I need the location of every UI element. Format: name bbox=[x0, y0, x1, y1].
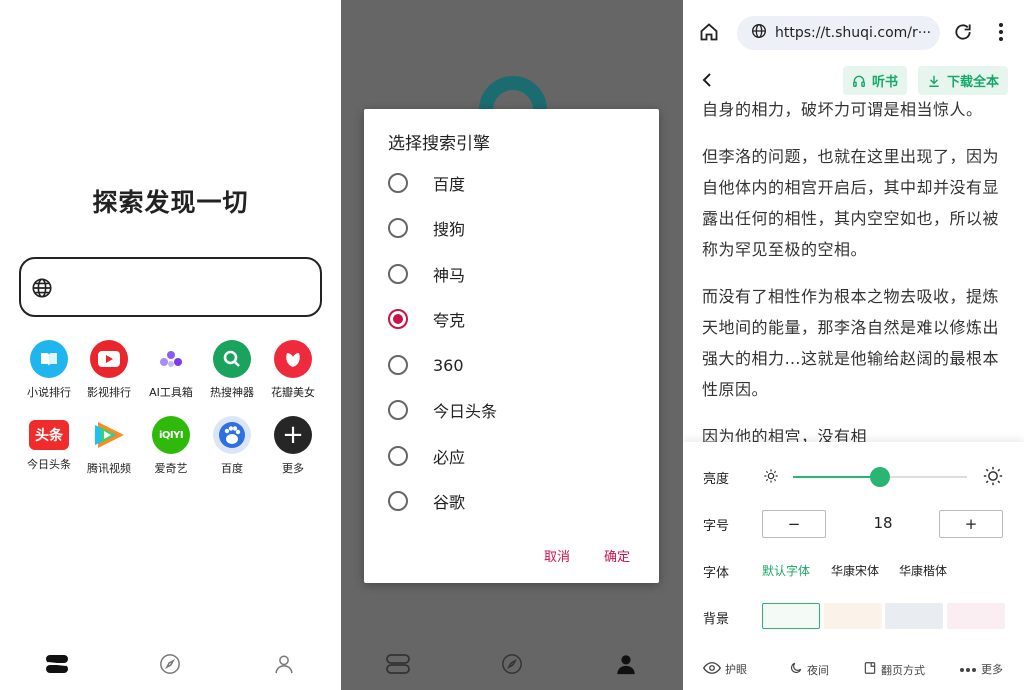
dialog-title: 选择搜索引擎 bbox=[388, 134, 490, 154]
play-icon bbox=[90, 340, 128, 378]
engine-option[interactable]: 必应 bbox=[388, 441, 465, 471]
font-label: 字体 bbox=[703, 566, 730, 581]
engine-option[interactable]: 神马 bbox=[388, 259, 465, 289]
reader-content: 自身的相力，破坏力可谓是相当惊人。 但李洛的问题，也就在这里出现了，因为自他体内… bbox=[702, 94, 1012, 468]
more-menu-icon[interactable] bbox=[998, 22, 1004, 46]
fontsize-label: 字号 bbox=[703, 519, 730, 534]
reader-bottom-bar: 护眼 夜间 翻页方式 更多 bbox=[683, 655, 1024, 690]
profile-icon[interactable] bbox=[270, 650, 298, 678]
reader-header: 听书 下载全本 bbox=[683, 64, 1024, 98]
night-mode-button[interactable]: 夜间 bbox=[789, 661, 829, 678]
fontsize-decrease-button[interactable]: − bbox=[762, 510, 826, 538]
home-screen: 探索发现一切 小说排行 影视排行 AI工具箱 热搜神器 花瓣美女 头条 今日头条… bbox=[0, 0, 341, 690]
refresh-icon[interactable] bbox=[953, 22, 973, 46]
shortcut-petal[interactable]: 花瓣美女 bbox=[262, 340, 324, 400]
shortcut-iqiyi[interactable]: iQIYI 爱奇艺 bbox=[140, 416, 202, 476]
engine-option[interactable]: 百度 bbox=[388, 168, 465, 198]
search-engine-dialog: 选择搜索引擎 百度 搜狗 神马 夸克 360 今日头条 必应 谷歌 取消 确定 bbox=[364, 109, 659, 583]
url-text: https://t.shuqi.com/r··· bbox=[775, 25, 932, 41]
sun-small-icon bbox=[763, 468, 779, 488]
engine-option[interactable]: 今日头条 bbox=[388, 395, 497, 425]
page-turn-icon bbox=[863, 661, 877, 678]
paragraph: 自身的相力，破坏力可谓是相当惊人。 bbox=[702, 100, 983, 119]
petal-icon bbox=[274, 340, 312, 378]
headphones-icon bbox=[852, 74, 866, 88]
shortcut-ai-tools[interactable]: AI工具箱 bbox=[140, 340, 202, 400]
radio-button-selected[interactable] bbox=[388, 309, 408, 329]
plus-icon: + bbox=[274, 416, 312, 454]
download-all-button[interactable]: 下载全本 bbox=[918, 66, 1009, 95]
url-bar[interactable]: https://t.shuqi.com/r··· bbox=[737, 16, 940, 50]
search-input[interactable] bbox=[19, 257, 322, 317]
shortcut-hot-search[interactable]: 热搜神器 bbox=[201, 340, 263, 400]
iqiyi-icon: iQIYI bbox=[152, 416, 190, 454]
fontsize-value: 18 bbox=[873, 514, 893, 532]
font-option[interactable]: 华康楷体 bbox=[899, 562, 947, 579]
radio-button[interactable] bbox=[388, 355, 408, 375]
radio-button[interactable] bbox=[388, 491, 408, 511]
tencent-video-icon bbox=[90, 416, 128, 454]
download-icon bbox=[927, 74, 941, 88]
baidu-icon bbox=[213, 416, 251, 454]
ai-icon bbox=[152, 340, 190, 378]
background-label: 背景 bbox=[703, 612, 730, 627]
background-swatch-selected[interactable] bbox=[762, 603, 820, 629]
engine-option[interactable]: 搜狗 bbox=[388, 213, 465, 243]
background-swatch[interactable] bbox=[824, 603, 882, 629]
page-title: 探索发现一切 bbox=[92, 188, 249, 217]
globe-icon bbox=[751, 23, 767, 43]
shortcut-baidu[interactable]: 百度 bbox=[201, 416, 263, 476]
engine-option-selected[interactable]: 夸克 bbox=[388, 304, 465, 334]
radio-button[interactable] bbox=[388, 173, 408, 193]
fontsize-increase-button[interactable]: + bbox=[939, 510, 1003, 538]
radio-button[interactable] bbox=[388, 264, 408, 284]
bottom-nav bbox=[341, 638, 683, 690]
shortcut-more[interactable]: + 更多 bbox=[262, 416, 324, 476]
paragraph: 但李洛的问题，也就在这里出现了，因为自他体内的相宫开启后，其中却并没有显露出任何… bbox=[702, 147, 1000, 259]
background-swatch[interactable] bbox=[947, 603, 1005, 629]
sun-large-icon bbox=[983, 466, 1003, 490]
compass-icon[interactable] bbox=[156, 650, 184, 678]
radio-button[interactable] bbox=[388, 218, 408, 238]
font-option-selected[interactable]: 默认字体 bbox=[762, 562, 810, 579]
engine-option[interactable]: 谷歌 bbox=[388, 486, 465, 516]
slider-knob[interactable] bbox=[870, 467, 890, 487]
paragraph: 而没有了相性作为根本之物去吸收，提炼天地间的能量，那李洛自然是难以修炼出强大的相… bbox=[702, 287, 1000, 399]
shortcut-toutiao[interactable]: 头条 今日头条 bbox=[18, 416, 80, 472]
more-settings-button[interactable]: 更多 bbox=[959, 661, 1003, 677]
shortcut-novel-rank[interactable]: 小说排行 bbox=[18, 340, 80, 400]
compass-icon[interactable] bbox=[498, 650, 526, 678]
cancel-button[interactable]: 取消 bbox=[544, 546, 570, 565]
engine-option[interactable]: 360 bbox=[388, 350, 464, 380]
more-dots-icon bbox=[959, 663, 977, 676]
home-logo-icon[interactable] bbox=[43, 650, 71, 678]
slider-fill bbox=[793, 476, 880, 478]
eye-icon bbox=[702, 661, 722, 677]
profile-icon[interactable] bbox=[612, 650, 640, 678]
home-icon[interactable] bbox=[699, 22, 719, 46]
shortcut-tencent-video[interactable]: 腾讯视频 bbox=[78, 416, 140, 476]
brightness-label: 亮度 bbox=[703, 472, 730, 487]
back-icon[interactable] bbox=[701, 72, 713, 92]
search-icon bbox=[213, 340, 251, 378]
eye-care-button[interactable]: 护眼 bbox=[702, 661, 747, 677]
globe-icon bbox=[31, 277, 53, 303]
reader-screen: https://t.shuqi.com/r··· 听书 下载全本 自身的相力，破… bbox=[683, 0, 1024, 690]
moon-icon bbox=[789, 661, 803, 678]
page-turn-button[interactable]: 翻页方式 bbox=[863, 661, 925, 678]
listen-button[interactable]: 听书 bbox=[843, 66, 908, 95]
radio-button[interactable] bbox=[388, 446, 408, 466]
font-option[interactable]: 华康宋体 bbox=[831, 562, 879, 579]
bottom-nav bbox=[0, 638, 341, 690]
confirm-button[interactable]: 确定 bbox=[604, 546, 630, 565]
browser-toolbar: https://t.shuqi.com/r··· bbox=[683, 0, 1024, 64]
book-icon bbox=[30, 340, 68, 378]
radio-button[interactable] bbox=[388, 400, 408, 420]
brightness-slider[interactable] bbox=[793, 467, 967, 487]
engine-picker-screen: 选择搜索引擎 百度 搜狗 神马 夸克 360 今日头条 必应 谷歌 取消 确定 bbox=[341, 0, 683, 690]
home-logo-icon[interactable] bbox=[384, 650, 412, 678]
toutiao-icon: 头条 bbox=[29, 420, 69, 450]
background-swatch[interactable] bbox=[885, 603, 943, 629]
shortcut-video-rank[interactable]: 影视排行 bbox=[78, 340, 140, 400]
